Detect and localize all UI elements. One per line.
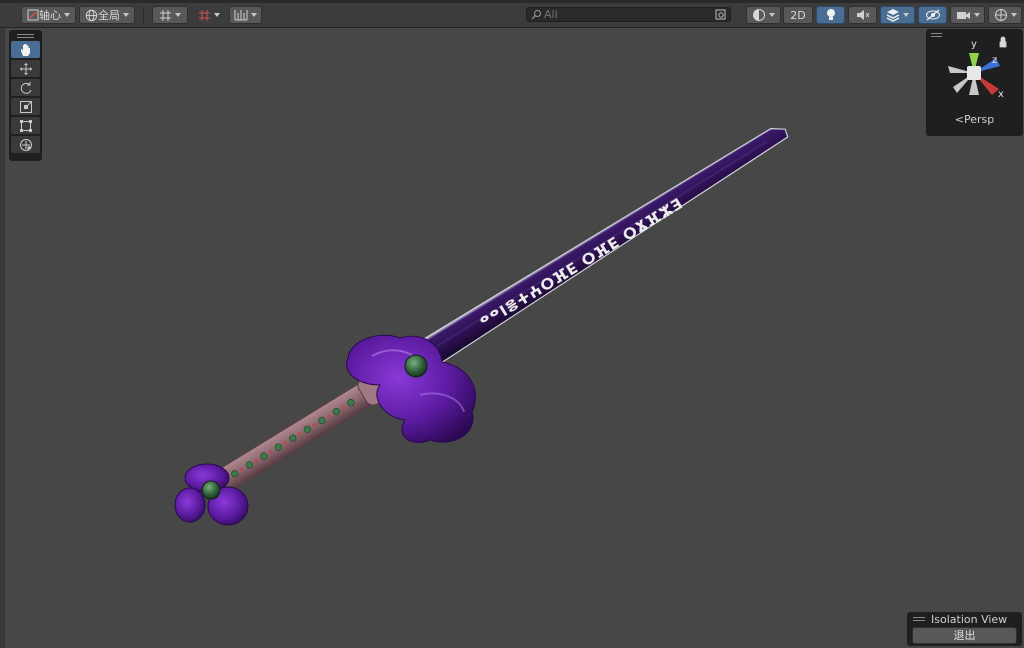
chevron-down-icon: [903, 13, 909, 17]
transform-icon: [19, 138, 32, 151]
gizmo-globe-icon: [994, 9, 1007, 21]
left-panel-edge: [0, 28, 5, 648]
grid-visibility-icon: [198, 9, 210, 21]
grid-snap-icon: [160, 9, 171, 21]
chevron-down-icon: [123, 13, 129, 17]
audio-toggle[interactable]: [848, 6, 877, 24]
chevron-down-icon: [175, 13, 181, 17]
search-icon: [531, 10, 541, 20]
ruler-icon: [234, 10, 248, 21]
eye-hidden-icon: [925, 9, 940, 21]
effects-layers-icon: [886, 9, 900, 22]
sword-model[interactable]: ⴹⵣⴼⴳⵔ ⴺⴼⵔ ⴺⴼⵔⵖⵜⴻⵏⴰⴰ: [0, 28, 1024, 648]
axis-gizmo[interactable]: y z x: [926, 29, 1023, 109]
transform-tool-button[interactable]: [11, 136, 40, 153]
toolbar-top-strip: [0, 0, 1024, 3]
lock-icon[interactable]: [999, 36, 1007, 48]
scale-icon: [19, 100, 32, 113]
chevron-down-icon: [769, 13, 775, 17]
pivot-label: 轴心: [39, 9, 61, 22]
overlay-drag-handle[interactable]: [913, 617, 925, 621]
overlay-drag-handle[interactable]: [17, 34, 34, 38]
grid-snap-dropdown[interactable]: [152, 6, 188, 24]
chevron-down-icon: [973, 13, 980, 17]
scale-tool-button[interactable]: [11, 98, 40, 115]
chevron-down-icon: [1010, 13, 1017, 17]
move-arrows-icon: [19, 62, 32, 75]
audio-mute-icon: [856, 10, 869, 20]
rect-tool-button[interactable]: [11, 117, 40, 134]
increment-snap-dropdown[interactable]: [229, 6, 262, 24]
orientation-gizmo-overlay: y z x <Persp: [926, 29, 1023, 136]
axis-z-label: z: [992, 55, 997, 66]
scene-viewport[interactable]: ⴹⵣⴼⴳⵔ ⴺⴼⵔ ⴺⴼⵔⵖⵜⴻⵏⴰⴰ: [0, 28, 1024, 648]
hand-icon: [20, 43, 30, 56]
chevron-down-icon: [64, 13, 70, 17]
projection-toggle[interactable]: <Persp: [926, 113, 1023, 126]
global-label: 全局: [98, 9, 120, 22]
axis-x-label: x: [998, 89, 1004, 100]
isolation-view-overlay: Isolation View 退出: [907, 612, 1022, 646]
hand-tool-button[interactable]: [11, 41, 40, 58]
gizmo-center-cube[interactable]: [967, 66, 981, 80]
tools-overlay: [9, 30, 42, 161]
blade-inscription: ⴹⵣⴼⴳⵔ ⴺⴼⵔ ⴺⴼⵔⵖⵜⴻⵏⴰⴰ: [476, 194, 686, 332]
light-bulb-icon: [826, 9, 835, 20]
axis-y-label: y: [971, 39, 977, 50]
move-tool-button[interactable]: [11, 60, 40, 77]
shading-mode-icon: [753, 9, 765, 21]
rotate-icon: [20, 81, 31, 94]
effects-dropdown[interactable]: [880, 6, 915, 24]
lighting-toggle[interactable]: [816, 6, 845, 24]
camera-dropdown[interactable]: [950, 6, 985, 24]
rect-transform-icon: [19, 119, 32, 132]
pivot-dropdown[interactable]: 轴心: [21, 6, 76, 24]
projection-label: Persp: [963, 113, 995, 126]
mode-2d-toggle[interactable]: 2D: [783, 6, 813, 24]
shading-mode-dropdown[interactable]: [746, 6, 781, 24]
global-dropdown[interactable]: 全局: [79, 6, 135, 24]
scene-search[interactable]: [526, 7, 731, 22]
rotate-tool-button[interactable]: [11, 79, 40, 96]
perspective-icon: <: [954, 113, 964, 126]
camera-icon: [956, 11, 970, 19]
pivot-icon: [27, 9, 39, 21]
chevron-down-icon: [213, 13, 220, 17]
chevron-down-icon: [251, 13, 257, 17]
gizmos-dropdown[interactable]: [988, 6, 1022, 24]
isolation-view-title: Isolation View: [931, 613, 1008, 626]
search-input[interactable]: [544, 8, 709, 21]
scene-toolbar: 轴心 全局 All 2D: [0, 0, 1024, 28]
scene-visibility-toggle[interactable]: [918, 6, 947, 24]
grid-visibility-dropdown[interactable]: [191, 6, 226, 24]
toolbar-separator: [143, 7, 144, 23]
globe-icon: [85, 9, 98, 21]
mode-2d-label: 2D: [790, 8, 806, 22]
exit-isolation-button[interactable]: 退出: [912, 627, 1017, 644]
search-filter-icon[interactable]: [714, 8, 728, 21]
